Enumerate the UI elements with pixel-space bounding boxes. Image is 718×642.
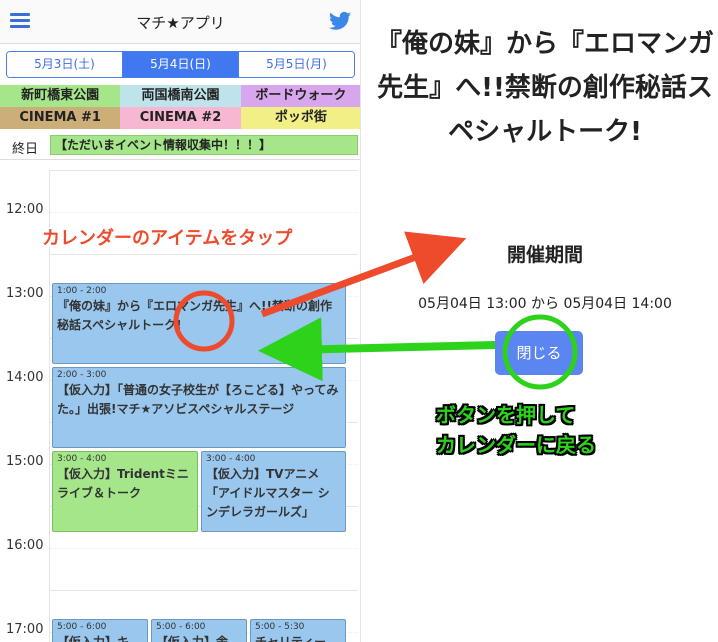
calendar-event[interactable]: 1:00 - 2:00 『俺の妹』から『エロマンガ先生』へ!!禁断の創作秘話スペ… [52, 283, 346, 364]
back-hint-annotation-line1: ボタンを押して [436, 403, 576, 427]
hour-label: 14:00 [6, 370, 44, 385]
grid-line [50, 254, 358, 255]
tab-may-3[interactable]: 5月3日(土) [7, 52, 122, 77]
venue-shinmachibashi-higashi[interactable]: 新町橋東公園 [0, 85, 121, 107]
grid-line [50, 170, 358, 171]
calendar-screen: マチ★アプリ 5月3日(土) 5月4日(日) 5月5日(月) 新町橋東公園 両国… [0, 0, 361, 642]
hour-label: 16:00 [6, 538, 44, 553]
grid-line [50, 548, 358, 549]
all-day-label: 終日 [12, 142, 39, 157]
tab-may-5[interactable]: 5月5日(月) [238, 52, 354, 77]
calendar-event[interactable]: 5:00 - 6:00 【仮入力】キ [52, 619, 148, 642]
app-header: マチ★アプリ [0, 0, 360, 44]
calendar-event[interactable]: 3:00 - 4:00 【仮入力】TVアニメ「アイドルマスター シンデレラガール… [201, 451, 346, 532]
hour-label: 13:00 [6, 286, 44, 301]
event-time: 5:00 - 6:00 [156, 622, 206, 632]
calendar-event[interactable]: 3:00 - 4:00 【仮入力】Tridentミニライブ＆トーク [52, 451, 198, 532]
event-period-value: 05月04日 13:00 から 05月04日 14:00 [418, 296, 672, 312]
close-button[interactable]: 閉じる [495, 331, 583, 375]
event-time: 1:00 - 2:00 [57, 286, 107, 296]
hour-label: 12:00 [6, 202, 44, 217]
grid-line [50, 590, 358, 591]
event-name: 『俺の妹』から『エロマンガ先生』へ!!禁断の創作秘話スペシャルトーク! [57, 299, 332, 332]
venue-cinema-2[interactable]: CINEMA #2 [120, 107, 241, 129]
event-name: 【仮入力】キ [57, 635, 130, 642]
venue-boardwalk[interactable]: ボードウォーク [240, 85, 360, 107]
event-time: 3:00 - 4:00 [206, 454, 256, 464]
event-time: 2:00 - 3:00 [57, 370, 107, 380]
venue-legend: 新町橋東公園 両国橋南公園 ボードウォーク CINEMA #1 CINEMA #… [0, 85, 360, 129]
event-name: 【仮入力】Tridentミニライブ＆トーク [57, 467, 189, 500]
date-tabs: 5月3日(土) 5月4日(日) 5月5日(月) [6, 51, 355, 78]
venue-ryogokubashi-minami[interactable]: 両国橋南公園 [120, 85, 241, 107]
twitter-icon[interactable] [329, 11, 351, 31]
tap-hint-annotation: カレンダーのアイテムをタップ [42, 228, 293, 249]
hour-label: 17:00 [6, 622, 44, 637]
calendar-event[interactable]: 2:00 - 3:00 【仮入力】「普通の女子校生が【ろこどる】やってみた。」出… [52, 367, 346, 448]
all-day-event[interactable]: 【ただいまイベント情報収集中！！！】 [50, 135, 358, 155]
calendar-event[interactable]: 5:00 - 6:00 【仮入力】舎 [151, 619, 247, 642]
venue-poppo-gai[interactable]: ポッポ街 [240, 107, 360, 129]
all-day-row: 終日 【ただいまイベント情報収集中！！！】 [0, 133, 360, 160]
event-detail-title: 『俺の妹』から『エロマンガ先生』へ!!禁断の創作秘話スペシャルトーク! [375, 29, 714, 147]
back-hint-annotation-line2: カレンダーに戻る [436, 433, 596, 457]
event-time: 5:00 - 6:00 [57, 622, 107, 632]
event-name: 【仮入力】舎 [156, 635, 229, 642]
app-title: マチ★アプリ [136, 14, 225, 32]
calendar-event[interactable]: 5:00 - 5:30 チャリティー [250, 619, 346, 642]
event-time: 5:00 - 5:30 [255, 622, 305, 632]
venue-cinema-1[interactable]: CINEMA #1 [0, 107, 121, 129]
event-name: 【仮入力】「普通の女子校生が【ろこどる】やってみた。」出張!マチ★アソビスペシャ… [57, 383, 339, 416]
screenshot-root: マチ★アプリ 5月3日(土) 5月4日(日) 5月5日(月) 新町橋東公園 両国… [0, 0, 718, 642]
event-period-label: 開催期間 [506, 244, 583, 266]
hour-label: 15:00 [6, 454, 44, 469]
event-time: 3:00 - 4:00 [57, 454, 107, 464]
tab-may-4[interactable]: 5月4日(日) [122, 52, 238, 77]
event-name: チャリティー [255, 635, 327, 642]
grid-line [50, 212, 358, 213]
event-name: 【仮入力】TVアニメ「アイドルマスター シンデレラガールズ」 [206, 467, 330, 519]
